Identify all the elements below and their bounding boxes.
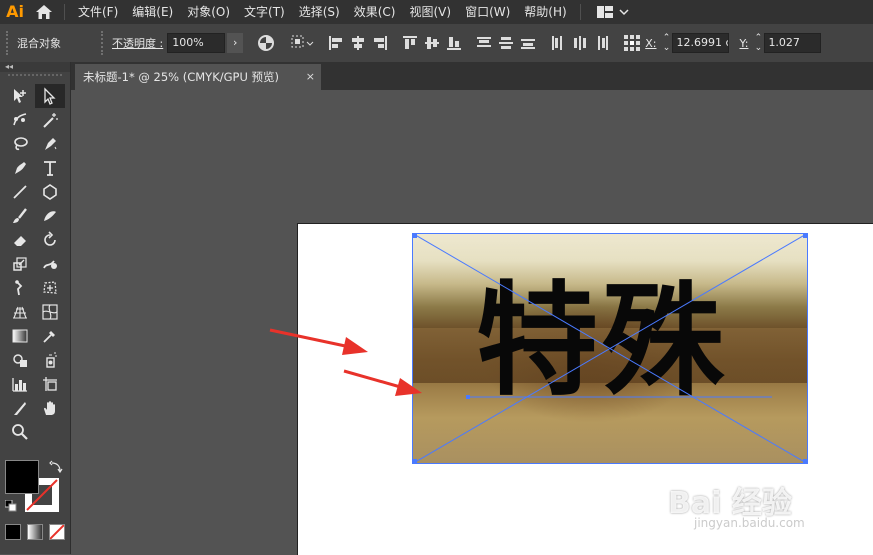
opacity-label-text: 不透明度 — [112, 37, 156, 50]
align-top-icon[interactable] — [401, 34, 419, 52]
pen-tool-icon[interactable] — [35, 132, 65, 156]
blob-brush-tool-icon[interactable] — [35, 204, 65, 228]
none-mode-icon[interactable] — [49, 524, 65, 540]
menu-edit[interactable]: 编辑(E) — [125, 0, 180, 24]
distribute-right-icon[interactable] — [593, 34, 611, 52]
distribute-horizontal-center-icon[interactable] — [571, 34, 589, 52]
magic-wand-tool-icon[interactable] — [35, 108, 65, 132]
tools-panel: ◂◂ — [0, 62, 71, 554]
menu-separator — [64, 4, 65, 20]
opacity-input[interactable]: 100% — [167, 33, 226, 53]
gradient-tool-icon[interactable] — [5, 324, 35, 348]
zoom-tool-icon[interactable] — [5, 420, 35, 444]
distribute-bottom-icon[interactable] — [519, 34, 537, 52]
y-stepper[interactable]: ⌃ ⌄ — [752, 33, 764, 53]
curvature-tool-icon[interactable] — [5, 108, 35, 132]
selection-type-label: 混合对象 — [17, 37, 61, 50]
menu-effect[interactable]: 效果(C) — [347, 0, 403, 24]
empty-tool-slot — [35, 420, 65, 444]
warp-tool-icon[interactable] — [35, 252, 65, 276]
collapse-panel-button[interactable]: ◂◂ — [0, 62, 70, 72]
menu-object[interactable]: 对象(O) — [180, 0, 237, 24]
selection-bounding-box[interactable] — [412, 233, 808, 464]
mesh-tool-icon[interactable] — [35, 300, 65, 324]
control-bar: 混合对象 不透明度 : 100% › X: ⌃ ⌄ 12.6991 c Y: ⌃ ⌄… — [0, 24, 873, 63]
pen-add-anchor-icon[interactable] — [5, 156, 35, 180]
align-to-selection-icon[interactable] — [291, 34, 315, 52]
gradient-mode-icon[interactable] — [27, 524, 43, 540]
annotation-arrow-icon — [343, 369, 422, 396]
app-logo: Ai — [6, 2, 24, 21]
opacity-dropdown-button[interactable]: › — [227, 33, 244, 53]
document-tab[interactable]: 未标题-1* @ 25% (CMYK/GPU 预览) × — [75, 64, 321, 90]
workspace-switcher[interactable] — [596, 0, 629, 24]
opacity-label[interactable]: 不透明度 : — [112, 35, 163, 51]
align-vertical-center-icon[interactable] — [423, 34, 441, 52]
opacity-label-colon: : — [159, 37, 164, 50]
artboard-selection-tool-icon[interactable] — [5, 84, 35, 108]
menu-file[interactable]: 文件(F) — [71, 0, 125, 24]
distribute-vertical-center-icon[interactable] — [497, 34, 515, 52]
chevron-down-icon — [619, 9, 629, 16]
puppet-warp-tool-icon[interactable] — [5, 276, 35, 300]
lasso-tool-icon[interactable] — [5, 132, 35, 156]
watermark-url: jingyan.baidu.com — [694, 516, 805, 530]
type-tool-icon[interactable] — [35, 156, 65, 180]
shape-builder-tool-icon[interactable] — [5, 348, 35, 372]
default-fill-stroke-icon[interactable] — [4, 499, 17, 512]
distribute-left-icon[interactable] — [549, 34, 567, 52]
free-transform-tool-icon[interactable] — [35, 276, 65, 300]
align-bottom-icon[interactable] — [445, 34, 463, 52]
recolor-artwork-icon[interactable] — [257, 34, 275, 52]
document-tab-title: 未标题-1* @ 25% (CMYK/GPU 预览) — [83, 70, 280, 84]
distribute-top-icon[interactable] — [475, 34, 493, 52]
menu-select[interactable]: 选择(S) — [292, 0, 347, 24]
menu-type[interactable]: 文字(T) — [237, 0, 292, 24]
artboard-tool-icon[interactable] — [35, 372, 65, 396]
eyedropper-tool-icon[interactable] — [35, 324, 65, 348]
transform-reference-point-icon[interactable] — [623, 34, 641, 52]
slice-tool-icon[interactable] — [5, 396, 35, 420]
hand-tool-icon[interactable] — [35, 396, 65, 420]
align-horizontal-center-icon[interactable] — [349, 34, 367, 52]
swap-fill-stroke-icon[interactable] — [49, 460, 63, 474]
color-mode-buttons — [5, 524, 65, 540]
rotate-tool-icon[interactable] — [35, 228, 65, 252]
eraser-tool-icon[interactable] — [5, 228, 35, 252]
fill-stroke-swatches — [4, 460, 65, 516]
annotation-arrow-icon — [269, 328, 368, 355]
home-icon[interactable] — [30, 0, 58, 24]
menu-bar: Ai 文件(F) 编辑(E) 对象(O) 文字(T) 选择(S) 效果(C) 视… — [0, 0, 873, 24]
symbol-sprayer-tool-icon[interactable] — [35, 348, 65, 372]
menu-help[interactable]: 帮助(H) — [517, 0, 573, 24]
line-segment-tool-icon[interactable] — [5, 180, 35, 204]
fill-swatch[interactable] — [5, 460, 39, 494]
direct-selection-tool-icon[interactable] — [35, 84, 65, 108]
document-tab-bar: 未标题-1* @ 25% (CMYK/GPU 预览) × — [71, 62, 873, 90]
close-tab-icon[interactable]: × — [306, 64, 315, 90]
x-input[interactable]: 12.6991 c — [672, 33, 730, 53]
perspective-grid-tool-icon[interactable] — [5, 300, 35, 324]
menu-view[interactable]: 视图(V) — [402, 0, 458, 24]
workspace-icon — [596, 6, 613, 18]
panel-grip[interactable] — [8, 74, 62, 82]
color-mode-icon[interactable] — [5, 524, 21, 540]
align-right-icon[interactable] — [371, 34, 389, 52]
column-graph-tool-icon[interactable] — [5, 372, 35, 396]
y-label[interactable]: Y: — [739, 37, 748, 50]
x-stepper[interactable]: ⌃ ⌄ — [660, 33, 672, 53]
paintbrush-tool-icon[interactable] — [5, 204, 35, 228]
align-left-icon[interactable] — [327, 34, 345, 52]
scale-tool-icon[interactable] — [5, 252, 35, 276]
y-input[interactable]: 1.027 — [764, 33, 822, 53]
menu-window[interactable]: 窗口(W) — [458, 0, 517, 24]
panel-grip[interactable] — [101, 31, 106, 55]
x-label[interactable]: X: — [645, 37, 656, 50]
polygon-tool-icon[interactable] — [35, 180, 65, 204]
menu-separator — [579, 4, 581, 20]
panel-grip[interactable] — [6, 31, 11, 55]
